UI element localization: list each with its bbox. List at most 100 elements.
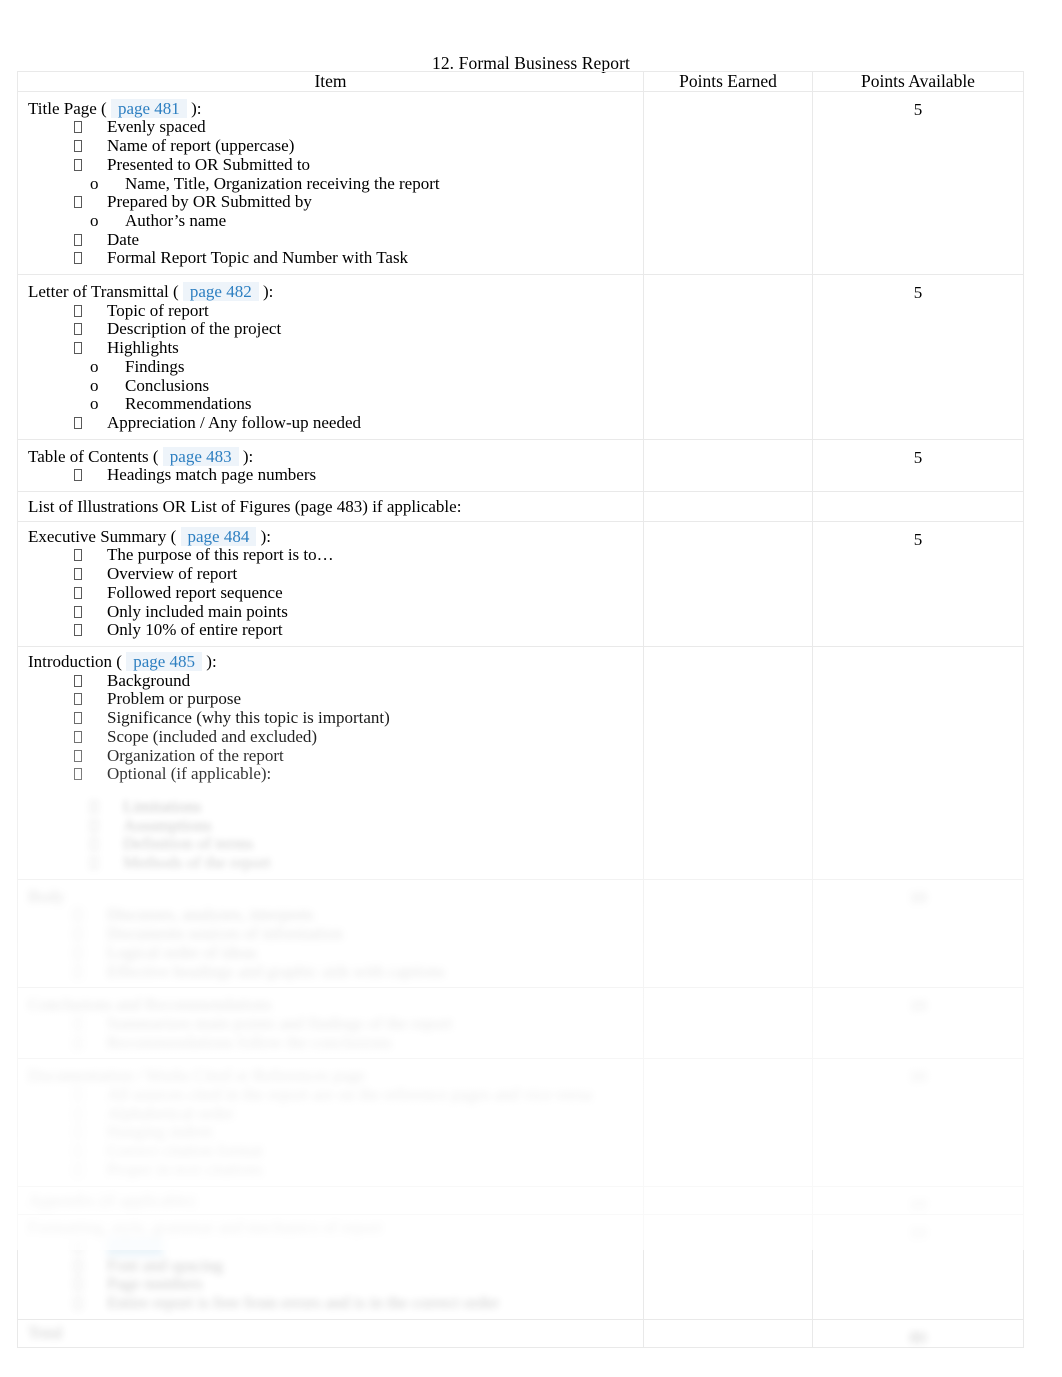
checkbox-icon[interactable]: [74, 1145, 82, 1158]
checkbox-icon[interactable]: [74, 1240, 82, 1253]
list-item-label: Name of report (uppercase): [107, 136, 295, 156]
points-earned-cell[interactable]: [643, 1214, 813, 1320]
item-cell: Appendix (if applicable): [17, 1185, 644, 1216]
checkbox-icon[interactable]: [74, 1089, 82, 1102]
checkbox-icon[interactable]: [74, 749, 82, 762]
checkbox-icon[interactable]: [74, 196, 82, 209]
points-earned-cell[interactable]: [643, 520, 813, 647]
section-label: Table of Contents (: [28, 446, 159, 466]
checkbox-icon[interactable]: [74, 1259, 82, 1272]
checkbox-icon[interactable]: [74, 586, 82, 599]
list-item: Entire report is free from errors and is…: [74, 1293, 637, 1313]
points-earned-cell[interactable]: [643, 438, 813, 493]
list-item: Only 10% of entire report: [74, 620, 637, 640]
list-item: Date: [74, 229, 637, 250]
list-item-label: Date: [107, 229, 140, 249]
list-item-label: Alphabetical order: [107, 1103, 234, 1123]
list-item: Recommendations follow the conclusions: [74, 1032, 637, 1053]
item-cell: List of Illustrations OR List of Figures…: [17, 491, 644, 522]
section-label-tail: ):: [262, 282, 274, 302]
list-item: Limitations: [90, 797, 637, 817]
list-item-label: Recommendations: [125, 394, 252, 414]
list-item: Topic of report: [74, 301, 637, 321]
checkbox-icon[interactable]: [74, 121, 82, 134]
checkbox-icon[interactable]: [74, 624, 82, 637]
checkbox-icon[interactable]: [74, 946, 82, 959]
checkbox-icon[interactable]: [74, 416, 82, 429]
table-row: Introduction ( page 485 ): Background Pr…: [17, 645, 1024, 880]
checkbox-icon[interactable]: [74, 1278, 82, 1291]
checkbox-icon[interactable]: [74, 730, 82, 743]
sub-bullet-list: o Findings o Conclusions o Recommendations: [28, 357, 637, 414]
bullet-list: Margins Font and spacing Page numbers En…: [28, 1236, 637, 1313]
page-link[interactable]: page 483: [162, 446, 239, 466]
page-link[interactable]: page 481: [110, 98, 187, 118]
list-item-label: Conclusions: [125, 375, 210, 395]
checkbox-icon[interactable]: [90, 838, 98, 851]
list-item-label: Documents sources of information: [107, 924, 343, 944]
points-earned-cell[interactable]: [643, 274, 813, 440]
list-item-label: Margins: [107, 1236, 164, 1256]
checkbox-icon[interactable]: [74, 140, 82, 153]
checkbox-icon[interactable]: [74, 909, 82, 922]
checkbox-icon[interactable]: [74, 469, 82, 482]
points-earned-cell[interactable]: [643, 1318, 813, 1349]
checkbox-icon[interactable]: [74, 1017, 82, 1030]
list-item-label: Description of the project: [107, 319, 282, 339]
checkbox-icon[interactable]: [74, 1297, 82, 1310]
list-item: The purpose of this report is to…: [74, 546, 637, 565]
checkbox-icon[interactable]: [74, 342, 82, 355]
list-item: Documents sources of information: [74, 924, 637, 944]
checkbox-icon[interactable]: [74, 1036, 82, 1049]
section-heading: Introduction ( page 485 ):: [28, 651, 637, 672]
checkbox-icon[interactable]: [74, 965, 82, 978]
checkbox-icon[interactable]: [74, 605, 82, 618]
section-label: Letter of Transmittal (: [28, 282, 179, 302]
list-item: Only included main points: [74, 602, 637, 622]
points-available-cell: 80: [812, 1318, 1024, 1349]
checkbox-icon[interactable]: [74, 568, 82, 581]
bullet-list: Background Problem or purpose Significan…: [28, 671, 637, 784]
list-item: Assumptions: [90, 816, 637, 836]
section-label-tail: ):: [242, 446, 254, 466]
checkbox-icon[interactable]: [74, 928, 82, 941]
page-link[interactable]: page 482: [182, 282, 259, 302]
checkbox-icon[interactable]: [74, 158, 82, 171]
checkbox-icon[interactable]: [74, 1126, 82, 1139]
points-earned-cell[interactable]: [643, 1185, 813, 1216]
checkbox-icon[interactable]: [74, 323, 82, 336]
list-item: Margins: [74, 1236, 637, 1257]
section-heading: Appendix (if applicable): [28, 1190, 196, 1210]
checkbox-icon[interactable]: [74, 233, 82, 246]
checkbox-icon[interactable]: [74, 252, 82, 265]
list-item-label: Followed report sequence: [107, 582, 283, 602]
checkbox-icon[interactable]: [74, 712, 82, 725]
section-heading: Formatting, style, grammar and mechanics…: [28, 1218, 383, 1238]
list-item-label: Recommendations follow the conclusions: [107, 1032, 392, 1052]
checkbox-icon[interactable]: [74, 1163, 82, 1176]
checkbox-icon[interactable]: [74, 1107, 82, 1120]
points-earned-cell[interactable]: [643, 90, 813, 276]
checkbox-icon[interactable]: [74, 693, 82, 706]
checkbox-icon[interactable]: [74, 768, 82, 781]
checkbox-icon[interactable]: [74, 304, 82, 317]
checkbox-icon[interactable]: [90, 819, 98, 832]
section-heading: Documentation / Works Cited or Reference…: [28, 1066, 366, 1086]
page-link[interactable]: page 484: [180, 526, 257, 546]
list-item-label: Problem or purpose: [107, 689, 242, 709]
list-item-label: The purpose of this report is to…: [107, 545, 334, 565]
checkbox-icon[interactable]: [74, 674, 82, 687]
checkbox-icon[interactable]: [90, 800, 98, 813]
points-earned-cell[interactable]: [643, 1058, 813, 1187]
page-link[interactable]: page 485: [126, 651, 203, 671]
list-item: Scope (included and excluded): [74, 727, 637, 747]
points-earned-cell[interactable]: [643, 878, 813, 989]
list-item: Headings match page numbers: [74, 466, 637, 485]
checkbox-icon[interactable]: [74, 549, 82, 562]
section-heading: Total: [28, 1322, 63, 1342]
checkbox-icon[interactable]: [90, 857, 98, 870]
points-earned-cell[interactable]: [643, 491, 813, 522]
points-earned-cell[interactable]: [643, 987, 813, 1060]
points-earned-cell[interactable]: [643, 645, 813, 880]
list-item: Page numbers: [74, 1275, 637, 1294]
